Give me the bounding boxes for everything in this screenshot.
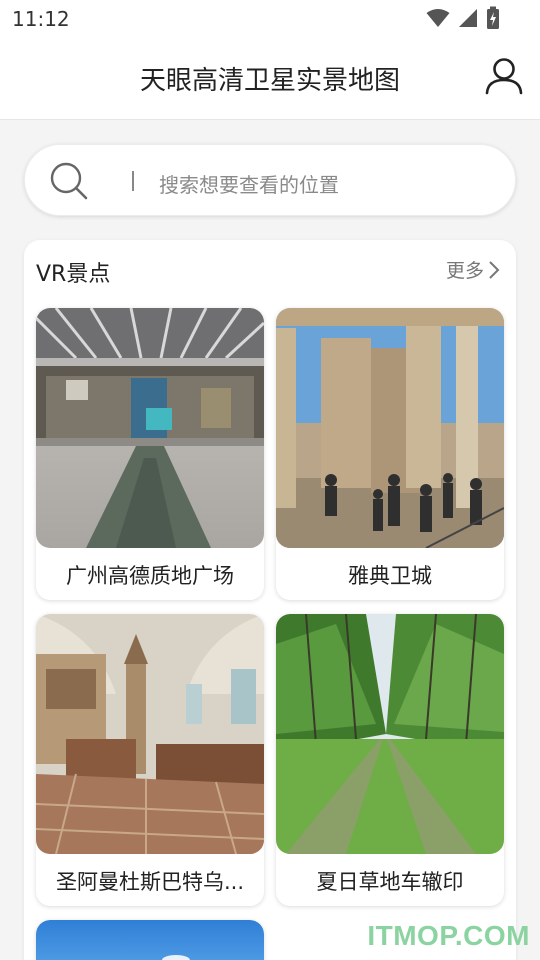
chevron-right-icon (489, 260, 500, 279)
status-time: 11:12 (12, 7, 70, 31)
section-title: VR景点 (36, 262, 111, 287)
vr-spot-card[interactable]: 雅典卫城 (276, 308, 504, 600)
user-profile-button[interactable] (484, 56, 524, 96)
search-icon (50, 162, 88, 200)
vr-spot-image (276, 308, 504, 548)
vr-spot-label: 夏日草地车辙印 (316, 870, 464, 894)
user-icon (485, 58, 523, 95)
search-cursor (132, 171, 134, 191)
search-input[interactable]: 搜索想要查看的位置 (159, 169, 339, 198)
vr-spot-image (36, 614, 264, 854)
vr-spot-image (36, 920, 264, 960)
vr-spot-label: 广州高德质地广场 (66, 564, 234, 588)
app-header: 天眼高清卫星实景地图 (0, 38, 540, 120)
more-label: 更多 (445, 260, 484, 282)
vr-spot-card[interactable]: 广州高德质地广场 (36, 308, 264, 600)
vr-spot-image (36, 308, 264, 548)
status-icons (426, 6, 500, 30)
page-title: 天眼高清卫星实景地图 (139, 66, 400, 96)
status-bar: 11:12 (0, 0, 540, 38)
watermark-logo: ITMOP.COM (367, 920, 530, 951)
vr-spot-card[interactable] (36, 920, 264, 960)
vr-spot-label: 雅典卫城 (348, 564, 432, 588)
wifi-icon (426, 9, 450, 27)
search-bar[interactable]: 搜索想要查看的位置 (24, 144, 516, 216)
vr-spot-image (276, 614, 504, 854)
battery-icon (487, 6, 499, 29)
vr-spot-card[interactable]: 夏日草地车辙印 (276, 614, 504, 906)
more-link[interactable]: 更多 (446, 256, 500, 283)
vr-spot-card[interactable]: 圣阿曼杜斯巴特乌... (36, 614, 264, 906)
vr-spot-label: 圣阿曼杜斯巴特乌... (55, 870, 245, 894)
vr-spots-panel: VR景点 更多 广州高德质地广场 雅典卫城 圣阿曼杜斯巴特乌... 夏日草地车辙… (24, 240, 516, 960)
signal-icon (459, 9, 477, 27)
